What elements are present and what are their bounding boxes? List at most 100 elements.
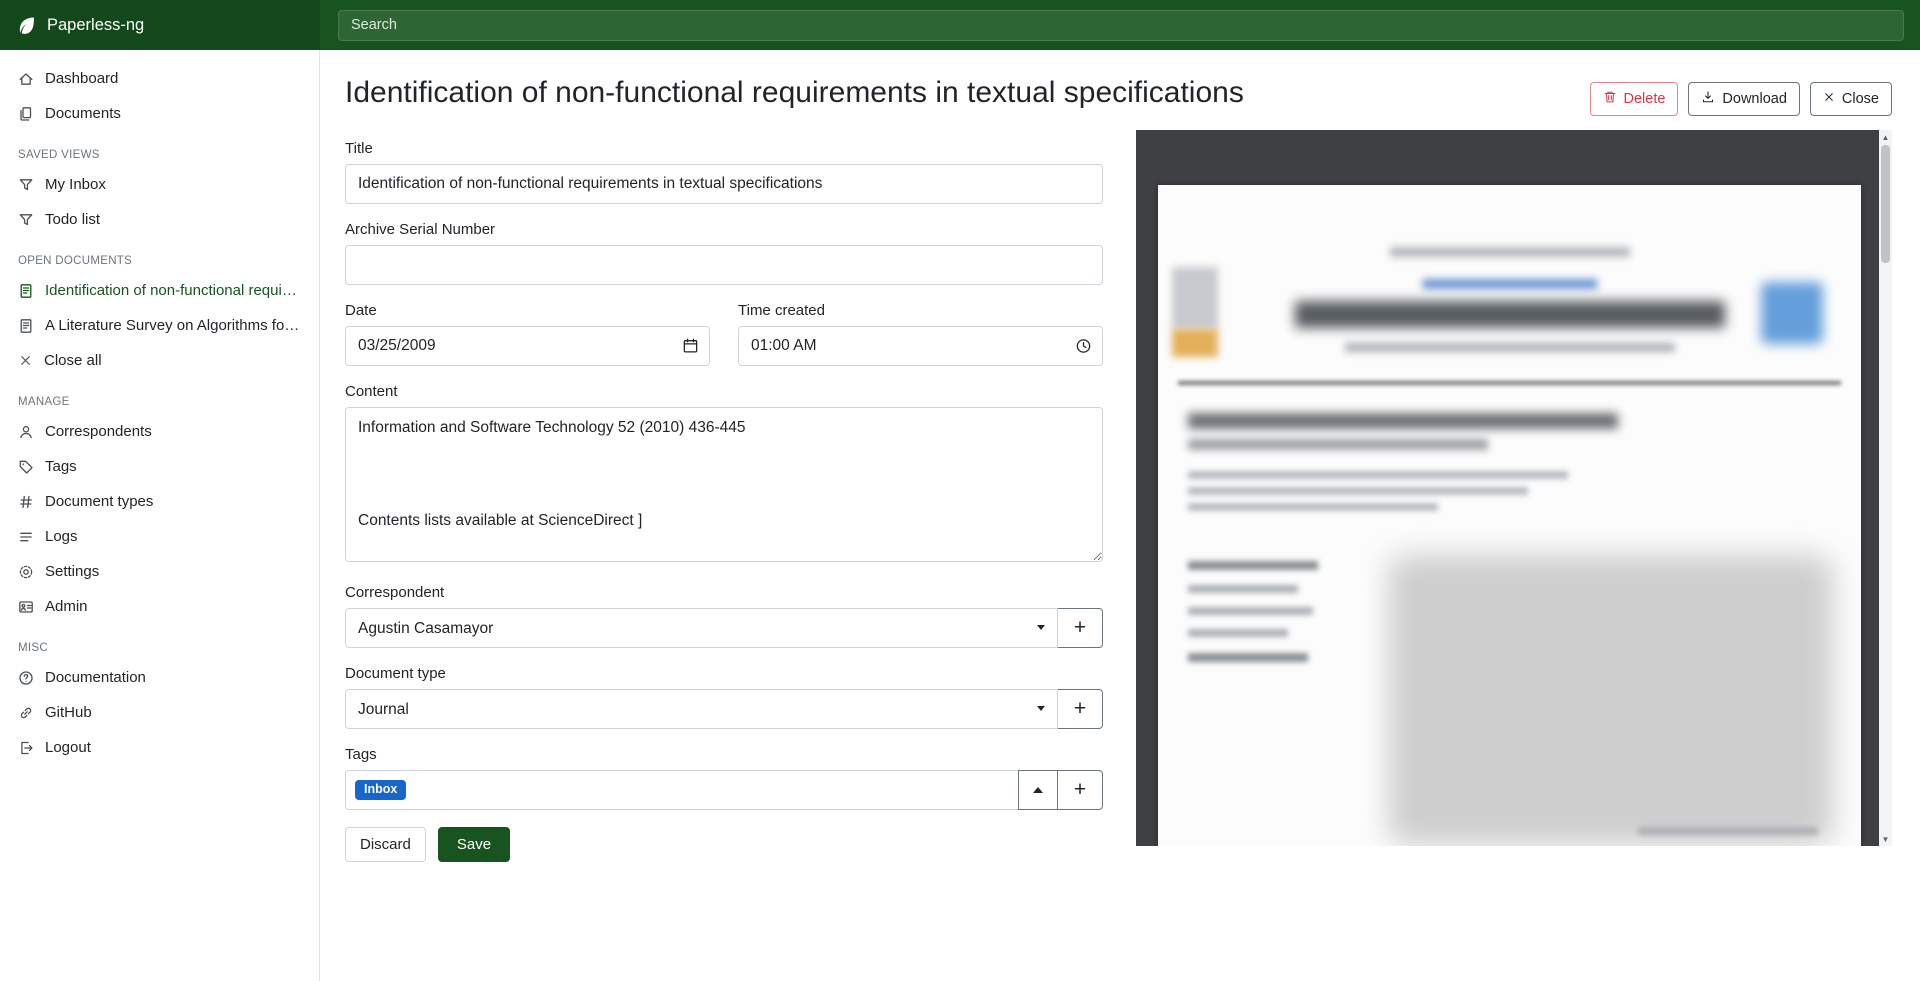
pdf-blur-shape	[1188, 585, 1298, 593]
gear-icon	[18, 564, 34, 580]
sidebar-open-doc-2[interactable]: A Literature Survey on Algorithms for Mu…	[0, 308, 319, 343]
title-label: Title	[345, 140, 1103, 157]
section-manage: MANAGE	[0, 378, 319, 414]
document-actions: Delete Download Close	[1590, 76, 1893, 116]
sidebar: Dashboard Documents SAVED VIEWS My Inbox…	[0, 50, 320, 981]
time-created-input[interactable]	[738, 326, 1103, 366]
correspondent-select[interactable]: Agustin Casamayor	[345, 608, 1058, 648]
archive-serial-number-input[interactable]	[345, 245, 1103, 285]
main-content: Identification of non-functional require…	[320, 50, 1920, 981]
sidebar-item-settings[interactable]: Settings	[0, 554, 319, 589]
content-label: Content	[345, 383, 1103, 400]
content-textarea[interactable]	[345, 407, 1103, 562]
pdf-blur-shape	[1188, 471, 1568, 479]
pdf-blur-shape	[1390, 247, 1630, 257]
asn-field-group: Archive Serial Number	[345, 221, 1103, 285]
sidebar-item-tags[interactable]: Tags	[0, 449, 319, 484]
sidebar-open-doc-1[interactable]: Identification of non-functional require…	[0, 273, 319, 308]
pdf-blur-shape	[1638, 827, 1818, 835]
add-correspondent-button[interactable]: +	[1057, 608, 1103, 648]
sidebar-item-documents[interactable]: Documents	[0, 96, 319, 131]
pdf-blur-shape	[1188, 439, 1488, 450]
brand-title: Paperless-ng	[47, 16, 144, 35]
question-circle-icon	[18, 670, 34, 686]
hash-icon	[18, 494, 34, 510]
pdf-blur-shape	[1172, 267, 1218, 329]
sidebar-item-my-inbox[interactable]: My Inbox	[0, 167, 319, 202]
tags-label: Tags	[345, 746, 1103, 763]
add-document-type-button[interactable]: +	[1057, 689, 1103, 729]
tags-input[interactable]: Inbox	[345, 770, 1019, 810]
save-button[interactable]: Save	[438, 827, 510, 862]
pdf-blur-shape	[1178, 381, 1841, 385]
person-icon	[18, 424, 34, 440]
date-input[interactable]	[345, 326, 710, 366]
files-icon	[18, 106, 34, 122]
app-root: Paperless-ng Dashboard Documents SAVED V…	[0, 0, 1920, 981]
pdf-blur-shape	[1188, 503, 1438, 511]
sidebar-item-github[interactable]: GitHub	[0, 695, 319, 730]
file-text-icon	[18, 283, 34, 299]
scroll-down-arrow[interactable]: ▼	[1879, 832, 1892, 846]
download-button[interactable]: Download	[1688, 82, 1800, 116]
document-type-label: Document type	[345, 665, 1103, 682]
sidebar-item-logout[interactable]: Logout	[0, 730, 319, 765]
page-header: Identification of non-functional require…	[345, 76, 1892, 116]
download-icon	[1701, 90, 1715, 108]
close-x-icon	[1823, 91, 1835, 107]
pdf-preview: ▲ ▼	[1136, 130, 1892, 846]
tag-badge-inbox: Inbox	[355, 780, 406, 801]
pdf-blur-shape	[1188, 561, 1318, 570]
discard-button[interactable]: Discard	[345, 827, 426, 862]
document-edit-form: Title Archive Serial Number Date	[345, 140, 1103, 862]
sidebar-item-correspondents[interactable]: Correspondents	[0, 414, 319, 449]
correspondent-label: Correspondent	[345, 584, 1103, 601]
pdf-blur-shape	[1388, 555, 1833, 845]
scroll-up-arrow[interactable]: ▲	[1879, 130, 1892, 144]
pdf-blur-shape	[1188, 413, 1618, 429]
pdf-scrollbar-thumb[interactable]	[1881, 145, 1890, 263]
sidebar-item-documentation[interactable]: Documentation	[0, 660, 319, 695]
pdf-blur-shape	[1188, 487, 1528, 495]
id-card-icon	[18, 599, 34, 615]
date-field-group: Date	[345, 302, 710, 366]
sidebar-item-admin[interactable]: Admin	[0, 589, 319, 624]
file-text-icon	[18, 318, 34, 334]
correspondent-field-group: Correspondent Agustin Casamayor +	[345, 584, 1103, 648]
tags-dropdown-toggle-button[interactable]	[1018, 770, 1058, 810]
add-tag-button[interactable]: +	[1057, 770, 1103, 810]
tag-icon	[18, 459, 34, 475]
section-open-documents: OPEN DOCUMENTS	[0, 237, 319, 273]
sidebar-item-todo-list[interactable]: Todo list	[0, 202, 319, 237]
close-button[interactable]: Close	[1810, 82, 1892, 116]
sidebar-item-document-types[interactable]: Document types	[0, 484, 319, 519]
clock-icon[interactable]	[1075, 338, 1092, 355]
pdf-blur-shape	[1295, 301, 1725, 328]
title-input[interactable]	[345, 164, 1103, 204]
content-row: Title Archive Serial Number Date	[345, 140, 1892, 862]
asn-label: Archive Serial Number	[345, 221, 1103, 238]
x-icon	[18, 353, 33, 368]
sidebar-item-close-all[interactable]: Close all	[0, 343, 319, 378]
time-created-label: Time created	[738, 302, 1103, 319]
delete-button[interactable]: Delete	[1590, 82, 1679, 116]
trash-icon	[1603, 90, 1617, 108]
section-saved-views: SAVED VIEWS	[0, 131, 319, 167]
caret-up-icon	[1033, 787, 1043, 793]
sidebar-item-dashboard[interactable]: Dashboard	[0, 61, 319, 96]
search-input[interactable]	[338, 10, 1904, 41]
calendar-icon[interactable]	[682, 338, 699, 355]
pdf-page	[1158, 185, 1861, 846]
sidebar-item-logs[interactable]: Logs	[0, 519, 319, 554]
pdf-blur-shape	[1761, 282, 1823, 344]
page-title: Identification of non-functional require…	[345, 76, 1244, 110]
pdf-scrollbar[interactable]: ▲ ▼	[1879, 130, 1892, 846]
tags-field-group: Tags Inbox +	[345, 746, 1103, 810]
date-label: Date	[345, 302, 710, 319]
list-icon	[18, 529, 34, 545]
link-icon	[18, 705, 34, 721]
pdf-blur-shape	[1345, 343, 1675, 352]
pdf-blur-shape	[1422, 279, 1597, 289]
document-type-select[interactable]: Journal	[345, 689, 1058, 729]
brand-link[interactable]: Paperless-ng	[0, 0, 320, 50]
